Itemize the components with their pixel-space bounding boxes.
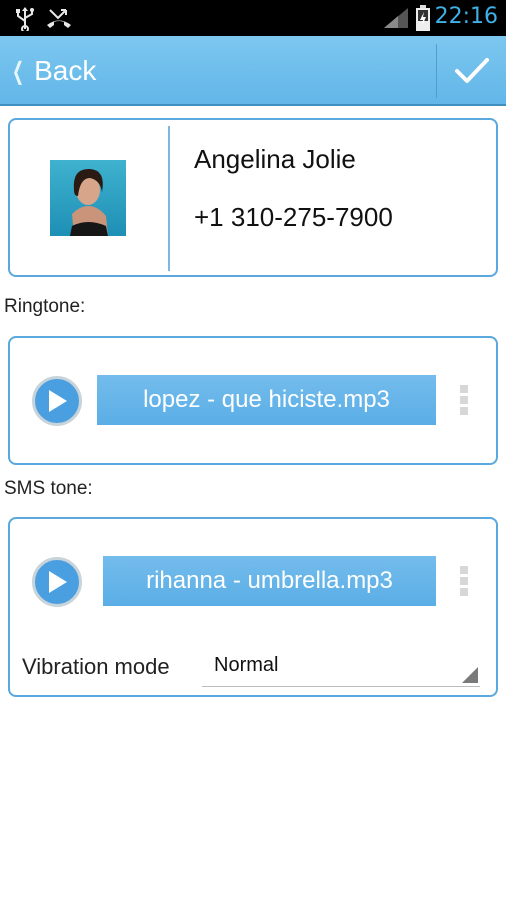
ringtone-label: Ringtone: [4, 296, 86, 317]
contact-name: Angelina Jolie [194, 144, 356, 174]
checkmark-icon [454, 58, 489, 83]
ringtone-play-button[interactable] [32, 376, 82, 426]
clock: 22:16 [434, 4, 498, 29]
vibration-mode-value: Normal [214, 654, 279, 676]
ringtone-overflow-icon[interactable] [460, 385, 468, 415]
missed-call-icon [47, 9, 71, 28]
back-button[interactable]: ❮ Back [0, 36, 200, 106]
contact-phone: +1 310-275-7900 [194, 202, 393, 232]
confirm-button[interactable] [437, 36, 506, 106]
ringtone-card: lopez - que hiciste.mp3 [8, 336, 498, 465]
play-icon [49, 571, 67, 593]
dropdown-arrow-icon [462, 667, 478, 683]
back-label: Back [34, 55, 97, 86]
signal-icon [384, 8, 408, 28]
action-bar: ❮ Back [0, 36, 506, 106]
sms-file-button[interactable]: rihanna - umbrella.mp3 [103, 556, 436, 606]
sms-overflow-icon[interactable] [460, 566, 468, 596]
ringtone-file-button[interactable]: lopez - que hiciste.mp3 [97, 375, 436, 425]
vibration-mode-label: Vibration mode [22, 654, 170, 679]
play-icon [49, 390, 67, 412]
sms-tone-card: rihanna - umbrella.mp3 Vibration mode No… [8, 517, 498, 697]
sms-play-button[interactable] [32, 557, 82, 607]
battery-charging-icon [416, 5, 430, 31]
chevron-left-icon: ❮ [12, 57, 25, 85]
contact-avatar [50, 160, 126, 236]
usb-icon [16, 7, 34, 31]
vibration-mode-select[interactable]: Normal [202, 647, 480, 687]
contact-divider [168, 126, 170, 271]
sms-tone-label: SMS tone: [4, 478, 93, 499]
contact-card[interactable]: Angelina Jolie +1 310-275-7900 [8, 118, 498, 277]
status-bar: 22:16 [0, 0, 506, 36]
